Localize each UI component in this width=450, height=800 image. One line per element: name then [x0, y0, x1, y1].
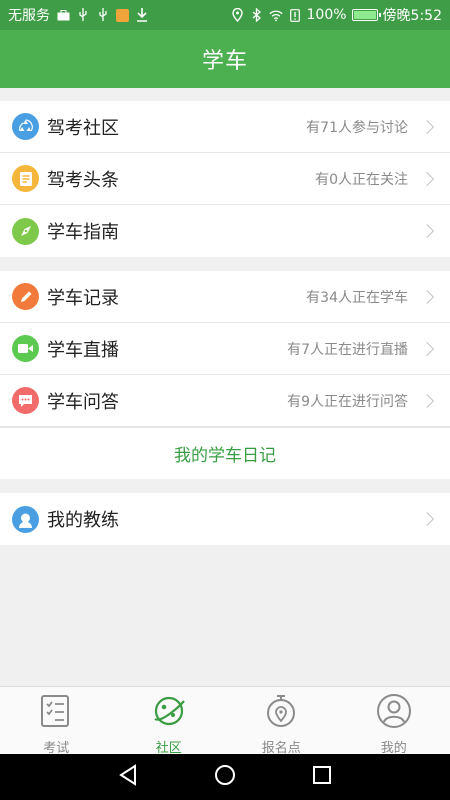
stopwatch-location-icon — [263, 693, 299, 733]
menu-item-label: 学车记录 — [47, 287, 119, 309]
status-right: 100% 傍晚5:52 — [231, 5, 442, 25]
usb-icon — [76, 8, 90, 22]
app-notification-icon — [116, 8, 129, 22]
tab-exam[interactable]: 考试 — [0, 687, 113, 756]
menu-item-subtitle: 有9人正在进行问答 — [287, 393, 408, 410]
menu-item-label: 我的教练 — [47, 510, 119, 531]
location-icon — [231, 8, 245, 22]
menu-item-subtitle: 有0人正在关注 — [315, 171, 408, 188]
battery-percent: 100% — [306, 7, 347, 23]
chevron-right-icon — [419, 171, 435, 186]
carrier-text: 无服务 — [8, 8, 50, 24]
clock: 傍晚5:52 — [382, 8, 442, 24]
video-camera-icon — [12, 335, 39, 362]
tab-mine[interactable]: 我的 — [338, 687, 450, 756]
bluetooth-icon — [250, 8, 264, 22]
chat-bubble-icon — [12, 387, 39, 414]
menu-item-jiakao-community[interactable]: 驾考社区 有71人参与讨论 — [0, 101, 450, 153]
menu-item-subtitle: 有71人参与讨论 — [306, 119, 408, 136]
page-title: 学车 — [201, 49, 248, 74]
menu-item-label: 驾考社区 — [47, 117, 119, 139]
exam-checklist-icon — [38, 693, 74, 733]
sim-alert-icon — [288, 8, 302, 22]
person-icon — [12, 505, 39, 533]
document-icon — [12, 165, 39, 192]
tab-registration[interactable]: 报名点 — [225, 687, 338, 756]
chevron-right-icon — [419, 341, 435, 356]
menu-item-qa[interactable]: 学车问答 有9人正在进行问答 — [0, 375, 450, 427]
battery-icon — [351, 9, 381, 21]
wifi-icon — [268, 8, 283, 22]
menu-item-label: 学车直播 — [47, 339, 119, 361]
usb-icon — [96, 8, 110, 22]
menu-item-driving-guide[interactable]: 学车指南 — [0, 205, 450, 257]
menu-item-label: 学车指南 — [47, 222, 119, 243]
menu-item-label: 学车问答 — [47, 391, 119, 413]
status-bar: 无服务 100% 傍晚5:52 — [0, 0, 450, 30]
menu-item-subtitle: 有34人正在学车 — [306, 289, 408, 306]
my-diary-label: 我的学车日记 — [174, 446, 276, 466]
home-icon[interactable] — [214, 764, 236, 790]
chevron-right-icon — [419, 289, 435, 304]
menu-item-learning-record[interactable]: 学车记录 有34人正在学车 — [0, 271, 450, 323]
tab-community[interactable]: 社区 — [113, 687, 226, 756]
menu-item-jiakao-headlines[interactable]: 驾考头条 有0人正在关注 — [0, 153, 450, 205]
menu-item-live-stream[interactable]: 学车直播 有7人正在进行直播 — [0, 323, 450, 375]
menu-item-my-coach[interactable]: 我的教练 — [0, 493, 450, 545]
planet-icon — [151, 693, 187, 733]
compass-icon — [12, 217, 39, 245]
recent-apps-icon[interactable] — [312, 765, 332, 789]
system-navigation-bar — [0, 754, 450, 800]
battery-fill — [353, 11, 376, 19]
title-bar: 学车 — [0, 30, 450, 88]
menu-group-learning: 学车记录 有34人正在学车 学车直播 有7人正在进行直播 学车问答 有9人正在进… — [0, 271, 450, 479]
back-icon[interactable] — [118, 764, 138, 790]
pencil-icon — [12, 283, 39, 310]
menu-group-coach: 我的教练 — [0, 493, 450, 545]
download-icon — [135, 8, 149, 22]
chevron-right-icon — [419, 393, 435, 408]
chevron-right-icon — [419, 511, 435, 527]
chevron-right-icon — [419, 119, 435, 134]
user-profile-icon — [376, 693, 412, 733]
chevron-right-icon — [419, 223, 435, 239]
menu-item-subtitle: 有7人正在进行直播 — [287, 341, 408, 358]
status-left: 无服务 — [8, 5, 149, 25]
menu-group-community: 驾考社区 有71人参与讨论 驾考头条 有0人正在关注 学车指南 — [0, 101, 450, 257]
recycle-icon — [12, 113, 39, 140]
briefcase-icon — [56, 8, 70, 22]
my-diary-link[interactable]: 我的学车日记 — [0, 427, 450, 479]
menu-item-label: 驾考头条 — [47, 169, 119, 191]
bottom-tab-bar: 考试 社区 报名点 我的 — [0, 686, 450, 756]
